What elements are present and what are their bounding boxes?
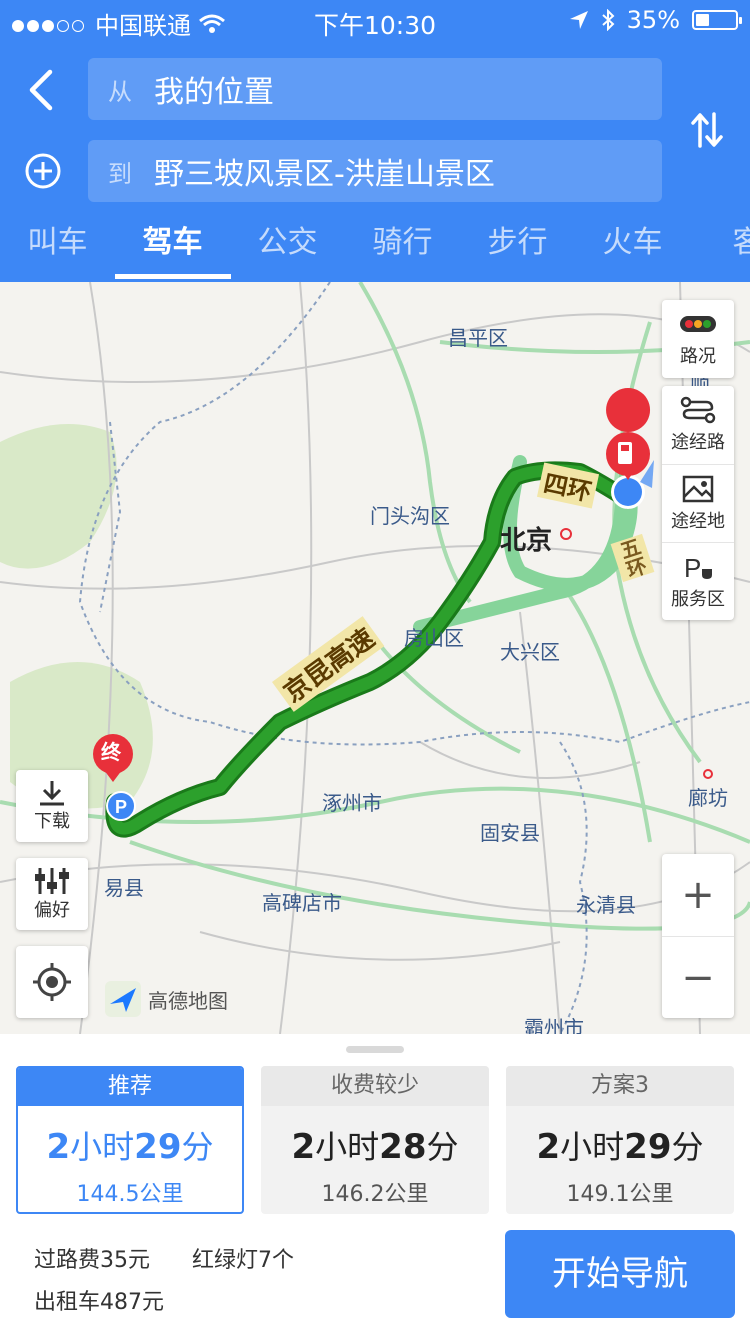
map-label-fangshan: 房山区 — [404, 626, 464, 650]
drag-handle[interactable] — [346, 1046, 404, 1053]
route-panel: 推荐 2小时29分 144.5公里 收费较少 2小时28分 146.2公里 方案… — [0, 1034, 750, 1334]
active-tab-indicator — [115, 274, 231, 279]
plan-distance: 149.1公里 — [566, 1182, 674, 1207]
destination-value: 野三坡风景区-洪崖山景区 — [154, 157, 495, 192]
origin-field[interactable]: 从 我的位置 — [88, 58, 662, 120]
taxi-fare-info: 出租车487元 — [34, 1290, 164, 1315]
map-canvas: P — [0, 282, 750, 1034]
parking-coffee-icon: P — [684, 553, 712, 581]
plan-tag: 推荐 — [18, 1068, 242, 1106]
map-label-langfang: 廊坊 — [688, 786, 728, 810]
zoom-in-button[interactable]: + — [662, 854, 734, 936]
map-tools-panel: 途经路 途经地 P 服务区 — [662, 386, 734, 620]
end-marker-label: 终 — [101, 740, 121, 764]
location-arrow-icon — [569, 11, 588, 29]
origin-prefix: 从 — [108, 77, 132, 106]
status-bar: 中国联通 下午10:30 35% — [0, 0, 750, 40]
plan-tag: 收费较少 — [261, 1066, 489, 1106]
route-icon — [680, 396, 716, 424]
map-label-beijing: 北京 — [500, 526, 553, 556]
tab-ride[interactable]: 骑行 — [345, 210, 460, 282]
waypoint-place-button[interactable]: 途经地 — [662, 464, 734, 542]
plan-card-less-toll[interactable]: 收费较少 2小时28分 146.2公里 — [261, 1066, 489, 1214]
start-navigation-button[interactable]: 开始导航 — [505, 1230, 735, 1318]
svg-text:P: P — [115, 797, 127, 817]
waypoint-place-label: 途经地 — [671, 510, 725, 532]
plan-distance: 144.5公里 — [76, 1182, 184, 1207]
battery-percent: 35% — [626, 6, 680, 34]
map-view[interactable]: P 终 昌平区 门头沟区 北京 房山区 大兴区 涿州市 固安县 廊坊 易县 高碑… — [0, 282, 750, 1034]
map-label-mentougou: 门头沟区 — [370, 504, 450, 528]
tab-train[interactable]: 火车 — [575, 210, 690, 282]
amap-logo-text: 高德地图 — [148, 988, 228, 1013]
traffic-toggle[interactable]: 路况 — [662, 300, 734, 378]
amap-logo-icon — [105, 981, 141, 1017]
plan-distance: 146.2公里 — [321, 1182, 429, 1207]
map-label-changping: 昌平区 — [448, 326, 508, 350]
bluetooth-icon — [601, 9, 615, 31]
route-header: 中国联通 下午10:30 35% 从 我的位置 到 野三坡风景区-洪崖山景区 叫… — [0, 0, 750, 282]
map-label-zhuozhou: 涿州市 — [322, 791, 382, 815]
destination-prefix: 到 — [108, 159, 132, 188]
tab-walk[interactable]: 步行 — [460, 210, 575, 282]
download-button[interactable]: 下载 — [16, 770, 88, 842]
map-label-guan: 固安县 — [480, 821, 540, 845]
traffic-light-icon — [680, 316, 716, 332]
locate-icon — [33, 963, 71, 1001]
transport-tabs: 叫车 驾车 公交 骑行 步行 火车 客 — [0, 210, 750, 282]
waypoint-road-label: 途经路 — [671, 432, 725, 453]
locate-button[interactable] — [16, 946, 88, 1018]
traffic-label: 路况 — [680, 346, 716, 367]
zoom-controls: + − — [662, 854, 734, 1018]
map-label-daxing: 大兴区 — [500, 640, 560, 664]
preference-label: 偏好 — [34, 900, 70, 921]
preference-button[interactable]: 偏好 — [16, 858, 88, 930]
tab-drive[interactable]: 驾车 — [115, 210, 230, 282]
map-label-yongqing: 永清县 — [576, 893, 636, 917]
back-icon[interactable] — [22, 66, 62, 114]
swap-icon[interactable] — [690, 110, 724, 150]
map-label-yixian: 易县 — [104, 876, 144, 900]
tab-coach[interactable]: 客 — [690, 210, 750, 282]
service-area-label: 服务区 — [671, 588, 725, 610]
add-waypoint-icon[interactable] — [24, 152, 62, 190]
plan-duration: 2小时29分 — [46, 1127, 214, 1167]
download-icon — [40, 781, 64, 806]
map-pin-icon — [682, 475, 714, 502]
battery-fill — [696, 14, 709, 26]
origin-value: 我的位置 — [154, 75, 274, 110]
plan-duration: 2小时29分 — [536, 1127, 704, 1167]
amap-logo: 高德地图 — [104, 980, 228, 1018]
tab-taxi[interactable]: 叫车 — [0, 210, 115, 282]
sliders-icon — [35, 868, 69, 894]
toll-info: 过路费35元 — [34, 1248, 150, 1273]
battery-icon — [692, 10, 742, 30]
plan-card-recommended[interactable]: 推荐 2小时29分 144.5公里 — [16, 1066, 244, 1214]
svg-text:P: P — [684, 553, 701, 581]
plan-duration: 2小时28分 — [291, 1127, 459, 1167]
plan-card-option3[interactable]: 方案3 2小时29分 149.1公里 — [506, 1066, 734, 1214]
tab-transit[interactable]: 公交 — [230, 210, 345, 282]
traffic-lights-info: 红绿灯7个 — [192, 1248, 294, 1273]
waypoint-road-button[interactable]: 途经路 — [662, 386, 734, 464]
service-area-button[interactable]: P 服务区 — [662, 542, 734, 620]
zoom-out-button[interactable]: − — [662, 936, 734, 1018]
map-label-gaobeidian: 高碑店市 — [262, 891, 342, 915]
plan-tag: 方案3 — [506, 1066, 734, 1106]
download-label: 下载 — [34, 811, 70, 832]
destination-field[interactable]: 到 野三坡风景区-洪崖山景区 — [88, 140, 662, 202]
map-label-bazhou: 霸州市 — [524, 1016, 584, 1034]
